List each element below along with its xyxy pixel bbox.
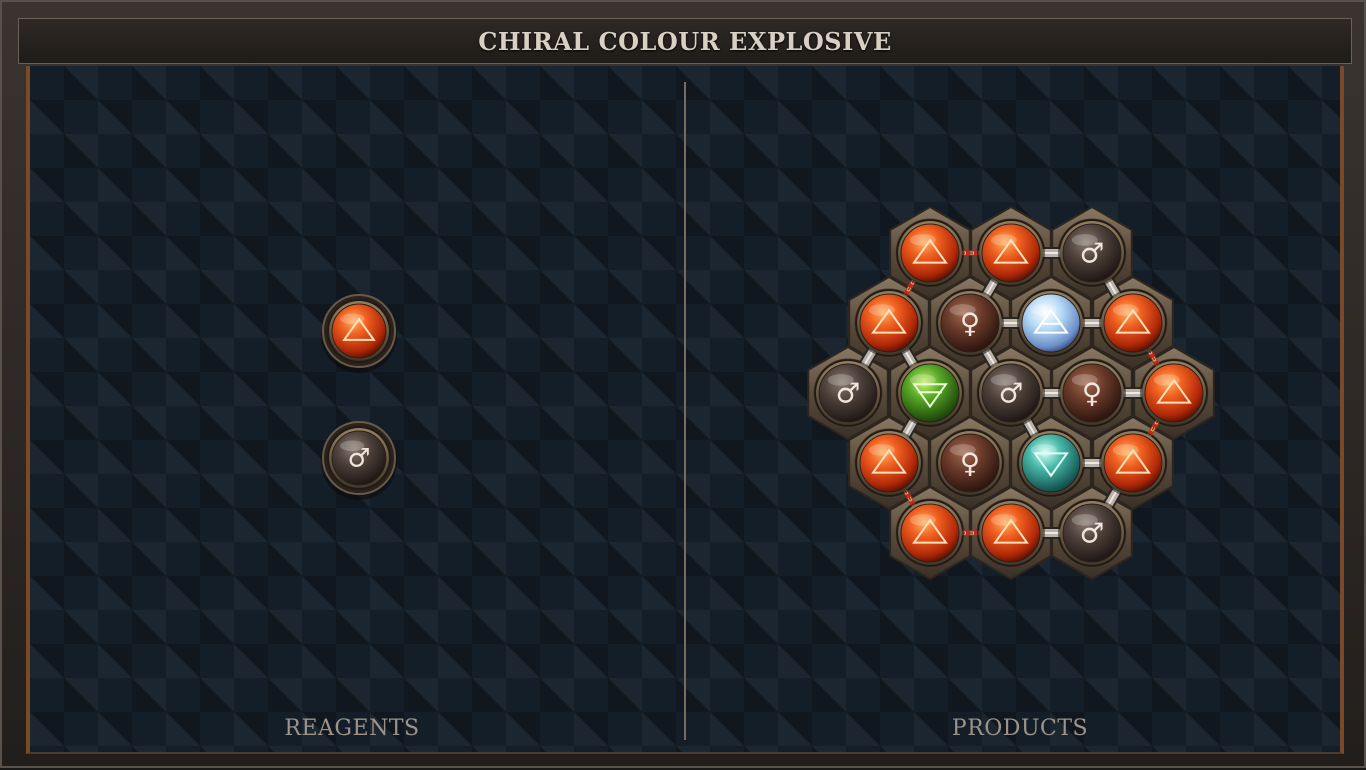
product-atom-fire[interactable] — [1140, 359, 1208, 427]
copper-icon: ♀ — [960, 447, 980, 479]
iron-icon: ♂ — [1080, 237, 1105, 269]
reagent-fire[interactable] — [327, 299, 391, 363]
product-atom-fire[interactable] — [1099, 289, 1167, 357]
game-frame: CHIRAL COLOUR EXPLOSIVE REAGENTS PRODUCT… — [0, 0, 1366, 768]
product-atom-air[interactable] — [1017, 289, 1085, 357]
copper-icon: ♀ — [1082, 377, 1102, 409]
product-atom-iron[interactable]: ♂ — [814, 359, 882, 427]
product-atom-iron[interactable]: ♂ — [977, 359, 1045, 427]
iron-icon: ♂ — [999, 377, 1024, 409]
product-atom-fire[interactable] — [1099, 429, 1167, 497]
iron-icon: ♂ — [836, 377, 861, 409]
reagent-list[interactable]: ♂ — [321, 294, 397, 500]
product-atom-fire[interactable] — [977, 219, 1045, 287]
product-atom-fire[interactable] — [896, 219, 964, 287]
product-atom-copper[interactable]: ♀ — [936, 429, 1004, 497]
product-molecule[interactable]: ♂ ♀ ♂ ♂ ♀ ♀ ♂ — [814, 219, 1208, 567]
product-atom-fire[interactable] — [977, 499, 1045, 567]
product-atom-iron[interactable]: ♂ — [1058, 499, 1126, 567]
product-atom-fire[interactable] — [855, 429, 923, 497]
product-atom-iron[interactable]: ♂ — [1058, 219, 1126, 287]
iron-icon: ♂ — [1080, 517, 1105, 549]
product-atom-copper[interactable]: ♀ — [1058, 359, 1126, 427]
product-atom-fire[interactable] — [855, 289, 923, 357]
product-atom-earth[interactable] — [896, 359, 964, 427]
product-atom-copper[interactable]: ♀ — [936, 289, 1004, 357]
product-atom-fire[interactable] — [896, 499, 964, 567]
product-atom-water[interactable] — [1017, 429, 1085, 497]
reagent-iron[interactable]: ♂ — [327, 426, 391, 490]
molecule-scene: ♂ ♀ ♂ ♂ ♀ ♀ ♂ ♂ — [321, 205, 1215, 581]
copper-icon: ♀ — [960, 307, 980, 339]
iron-icon: ♂ — [348, 444, 371, 474]
